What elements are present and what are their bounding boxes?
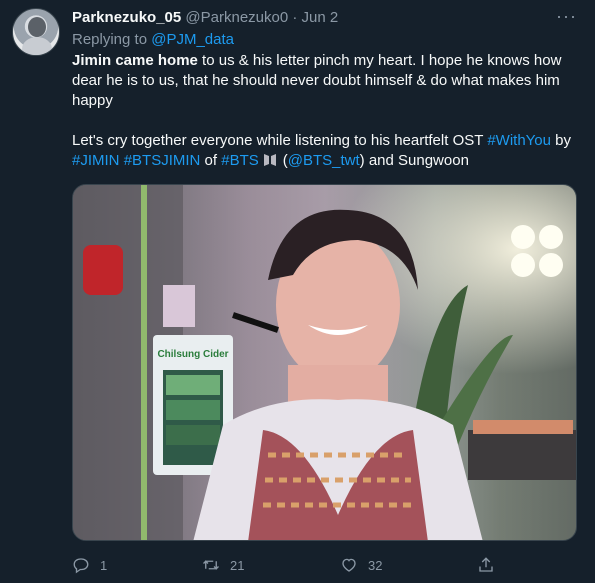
paren-close-rest: ) and Sungwoon: [359, 152, 469, 169]
replying-to: Replying to @PJM_data: [72, 30, 234, 50]
retweet-button[interactable]: 21: [202, 556, 244, 574]
replying-to-mention[interactable]: @PJM_data: [151, 31, 234, 48]
paragraph-2-start: Let's cry together everyone while listen…: [72, 132, 488, 149]
of-text: of: [200, 152, 222, 169]
more-options-icon[interactable]: ···: [556, 6, 577, 27]
separator: ·: [292, 9, 298, 26]
avatar-body: [22, 37, 52, 55]
retweet-count: 21: [230, 557, 245, 573]
bold-phrase: Jimin came home: [72, 52, 198, 69]
share-icon: [479, 557, 493, 572]
reply-icon: [73, 558, 89, 574]
avatar[interactable]: [12, 8, 60, 56]
hashtag-jimin[interactable]: #JIMIN: [72, 152, 120, 169]
retweet-icon: [203, 560, 219, 570]
photo-scene: Chilsung Cider: [73, 185, 576, 540]
tweet-actions: 1 21 32: [72, 556, 577, 576]
hashtag-btsjimin[interactable]: #BTSJIMIN: [124, 152, 201, 169]
bts-logo-icon: [263, 154, 276, 166]
tweet-photo[interactable]: Chilsung Cider: [72, 184, 577, 541]
replying-prefix: Replying to: [72, 31, 148, 48]
hashtag-withyou[interactable]: #WithYou: [487, 132, 551, 149]
reply-count: 1: [100, 557, 108, 573]
like-count: 32: [368, 557, 383, 573]
tweet-header: Parknezuko_05 @Parknezuko0 · Jun 2: [72, 8, 575, 28]
fridge-sign: Chilsung Cider: [157, 349, 228, 360]
hashtag-bts[interactable]: #BTS: [221, 152, 259, 169]
display-name[interactable]: Parknezuko_05: [72, 9, 181, 26]
heart-icon: [342, 558, 356, 572]
reply-button[interactable]: 1: [72, 556, 107, 574]
tweet-date[interactable]: Jun 2: [302, 9, 339, 26]
share-button[interactable]: [477, 556, 495, 574]
tweet-paragraph-2: Let's cry together everyone while listen…: [72, 131, 577, 171]
like-button[interactable]: 32: [340, 556, 382, 574]
red-bag: [83, 245, 123, 295]
avatar-head: [28, 17, 46, 37]
by-text: by: [550, 132, 571, 149]
user-handle[interactable]: @Parknezuko0: [185, 9, 288, 26]
tweet-text: Jimin came home to us & his letter pinch…: [72, 51, 577, 171]
wall-poster: [163, 285, 195, 327]
mention-bts-twt[interactable]: @BTS_twt: [288, 152, 360, 169]
tweet-paragraph-1: Jimin came home to us & his letter pinch…: [72, 51, 577, 111]
